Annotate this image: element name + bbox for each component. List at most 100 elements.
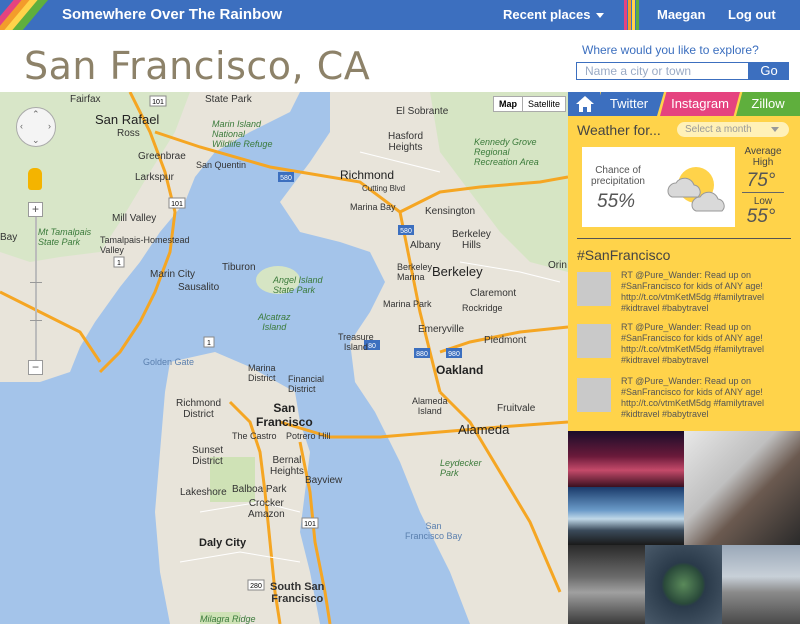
map-label: Bay	[0, 232, 18, 243]
top-bar: Somewhere Over The Rainbow Recent places…	[0, 0, 800, 30]
map-label: Kensington	[425, 206, 476, 217]
tab-instagram[interactable]: Instagram	[660, 92, 740, 116]
svg-text:101: 101	[171, 201, 183, 208]
pan-up-icon[interactable]: ⌃	[32, 109, 40, 120]
instagram-photo[interactable]	[568, 545, 645, 624]
map-label: Richmond	[340, 168, 395, 182]
map-label: Financial District	[288, 374, 325, 394]
hashtag-title: #SanFrancisco	[577, 247, 671, 263]
go-button[interactable]: Go	[749, 62, 789, 80]
average-low-value: 55°	[746, 206, 776, 227]
map-view-button[interactable]: Map	[493, 96, 523, 112]
map-label: Sunset District	[192, 445, 224, 467]
instagram-photo[interactable]	[645, 545, 722, 624]
instagram-photo[interactable]	[568, 487, 684, 545]
tab-zillow[interactable]: Zillow	[736, 92, 800, 116]
map-label: Lakeshore	[180, 487, 227, 498]
user-name-link[interactable]: Maegan	[657, 7, 705, 22]
map-label: Daly City	[199, 537, 247, 549]
map-label: The Castro	[232, 431, 277, 441]
map-label: Mill Valley	[112, 213, 157, 224]
instagram-photo[interactable]	[568, 431, 684, 487]
pan-left-icon[interactable]: ‹	[20, 121, 23, 131]
pan-down-icon[interactable]: ⌄	[32, 135, 40, 146]
weather-title: Weather for...	[577, 122, 661, 138]
instagram-photo-grid	[568, 431, 800, 624]
explore-prompt: Where would you like to explore?	[582, 43, 759, 57]
map-label: San Francisco	[256, 401, 313, 429]
tweet-avatar	[577, 324, 611, 358]
map-label: Cutting Blvd	[362, 184, 406, 193]
partly-cloudy-icon	[667, 167, 725, 212]
svg-text:1: 1	[117, 260, 121, 267]
map-label: Mt Tamalpais State Park	[38, 227, 92, 247]
zoom-in-button[interactable]: +	[28, 202, 43, 217]
average-high-label: Average High	[744, 146, 782, 168]
map-label: Albany	[410, 240, 441, 251]
pan-control[interactable]: ⌃ ⌄ ‹ ›	[16, 107, 56, 147]
tweet-avatar	[577, 272, 611, 306]
month-select[interactable]: Select a month	[677, 122, 789, 137]
map-label: Orin	[548, 260, 567, 271]
tweet-text: RT @Pure_Wander: Read up on #SanFrancisc…	[621, 322, 765, 365]
tweet-text: RT @Pure_Wander: Read up on #SanFrancisc…	[621, 270, 765, 313]
map-label: Marina Bay	[350, 202, 396, 212]
map-label: Marin Island National Wildlife Refuge	[212, 119, 273, 149]
search-input[interactable]	[576, 62, 749, 80]
map-label: San Rafael	[95, 112, 160, 127]
divider	[577, 238, 791, 239]
map-label: Emeryville	[418, 324, 465, 335]
map[interactable]: 101 101 580 580 80 880 980 1 1 101 280 F…	[0, 92, 568, 624]
map-label: Potrero Hill	[286, 431, 331, 441]
map-label: South San Francisco	[270, 581, 325, 605]
zoom-tick	[30, 320, 42, 321]
map-label: Marin City	[150, 269, 196, 280]
instagram-photo[interactable]	[722, 545, 800, 624]
map-label: Rockridge	[462, 303, 503, 313]
tweet-text: RT @Pure_Wander: Read up on #SanFrancisc…	[621, 376, 765, 419]
svg-text:101: 101	[304, 521, 316, 528]
map-label: Ross	[117, 128, 140, 139]
street-view-pegman-icon[interactable]	[28, 168, 42, 190]
tweet-avatar	[577, 378, 611, 412]
logout-link[interactable]: Log out	[728, 7, 776, 22]
map-label: Berkeley Marina	[397, 262, 433, 282]
svg-text:880: 880	[416, 351, 428, 358]
map-label: Alameda Island	[412, 396, 448, 416]
map-label: Marina District	[248, 363, 276, 383]
rainbow-divider	[624, 0, 644, 30]
recent-places-dropdown[interactable]: Recent places	[503, 7, 605, 22]
map-label: Berkeley Hills	[452, 229, 491, 251]
map-label: Oakland	[436, 363, 484, 377]
svg-text:280: 280	[250, 583, 262, 590]
map-label: Leydecker Park	[440, 458, 482, 478]
svg-text:1: 1	[207, 340, 211, 347]
tab-twitter[interactable]: Twitter	[594, 92, 664, 116]
precipitation-label: Chance of precipitation	[591, 165, 645, 187]
rainbow-stripes	[0, 0, 60, 30]
tweet-item[interactable]: RT @Pure_Wander: Read up on #SanFrancisc…	[577, 376, 793, 424]
tweet-item[interactable]: RT @Pure_Wander: Read up on #SanFrancisc…	[577, 270, 793, 318]
zoom-out-button[interactable]: −	[28, 360, 43, 375]
page-title: San Francisco, CA	[24, 44, 371, 88]
chevron-down-icon	[596, 13, 605, 19]
map-label: Golden Gate	[143, 357, 195, 367]
svg-text:980: 980	[448, 351, 460, 358]
map-label: El Sobrante	[396, 106, 449, 117]
tweet-item[interactable]: RT @Pure_Wander: Read up on #SanFrancisc…	[577, 322, 793, 370]
recent-places-label: Recent places	[503, 7, 591, 22]
map-label: Milagra Ridge	[200, 614, 256, 624]
map-label: Piedmont	[484, 335, 527, 346]
app-title[interactable]: Somewhere Over The Rainbow	[62, 6, 282, 23]
map-label: Hasford Heights	[388, 131, 424, 153]
instagram-photo[interactable]	[684, 431, 800, 545]
svg-text:101: 101	[152, 99, 164, 106]
map-label: Greenbrae	[138, 151, 186, 162]
map-label: San Francisco Bay	[405, 521, 463, 541]
satellite-view-button[interactable]: Satellite	[522, 96, 567, 112]
zoom-slider[interactable]	[35, 210, 37, 368]
pan-right-icon[interactable]: ›	[48, 121, 51, 131]
precipitation-value: 55%	[597, 191, 636, 212]
zoom-tick	[30, 282, 42, 283]
map-label: Alcatraz Island	[258, 312, 291, 332]
